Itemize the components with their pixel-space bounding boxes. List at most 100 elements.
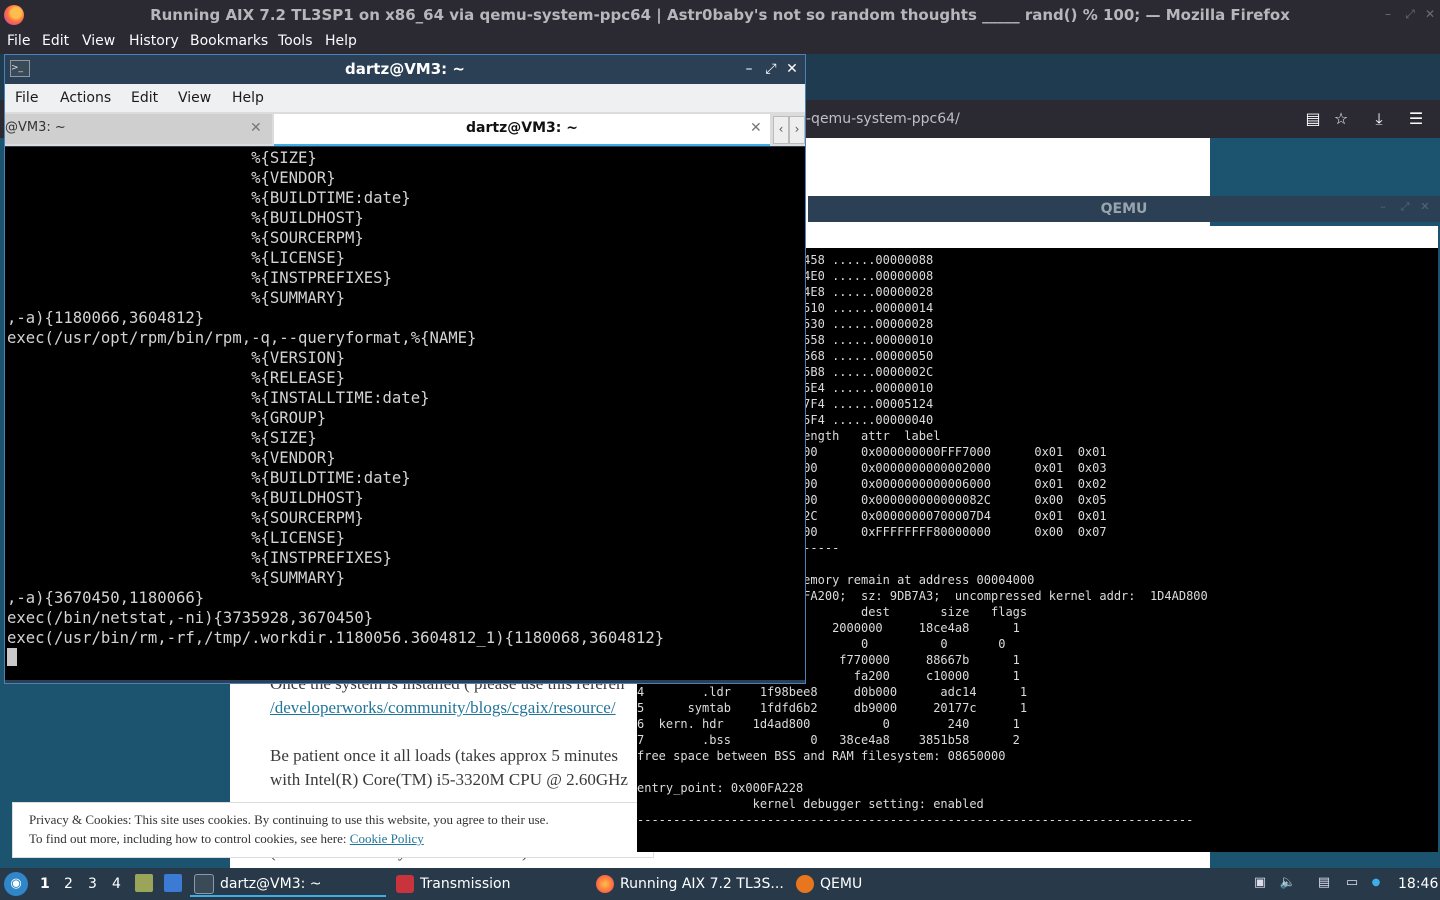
terminal-line: exec(/usr/bin/rm,-rf,/tmp/.workdir.11800… xyxy=(7,629,665,647)
terminal-line: %{BUILDTIME:date} xyxy=(7,469,411,487)
close-icon[interactable]: ✕ xyxy=(1422,6,1438,22)
terminal-title: dartz@VM3: ~ xyxy=(345,60,465,78)
start-menu-icon[interactable]: ◉ xyxy=(4,872,28,896)
terminal-tab-1[interactable]: @VM3: ~ xyxy=(5,114,272,144)
workspace-3[interactable]: 3 xyxy=(88,876,97,892)
terminal-cursor xyxy=(7,648,17,666)
terminal-line: exec(/usr/opt/rpm/bin/rpm,-q,--queryform… xyxy=(7,329,477,347)
terminal-line: %{VENDOR} xyxy=(7,449,336,467)
network-icon[interactable]: ▭ xyxy=(1343,874,1361,892)
hamburger-menu-icon[interactable]: ☰ xyxy=(1405,108,1427,130)
volume-icon[interactable]: 🔈 xyxy=(1279,874,1297,892)
console-line: entry_point: 0x000FA228 xyxy=(637,781,804,795)
clipboard-icon[interactable]: ▣ xyxy=(1251,874,1269,892)
url-bar[interactable]: -qemu-system-ppc64/ xyxy=(806,104,1286,134)
terminal-line: %{LICENSE} xyxy=(7,529,345,547)
task-qemu[interactable]: QEMU xyxy=(796,870,862,898)
terminal-close-icon[interactable]: ✕ xyxy=(783,60,801,78)
terminal-line: ,-a){1180066,3604812} xyxy=(7,309,205,327)
clock: 18:46 xyxy=(1398,876,1439,892)
terminal-line: exec(/bin/netstat,-ni){3735928,3670450} xyxy=(7,609,374,627)
bookmark-star-icon[interactable]: ☆ xyxy=(1330,108,1352,130)
menu-view[interactable]: View xyxy=(82,32,115,50)
terminal-menu-edit[interactable]: Edit xyxy=(131,89,158,107)
show-desktop-icon[interactable] xyxy=(164,874,182,892)
workspace-1[interactable]: 1 xyxy=(40,876,50,892)
terminal-minimize-icon[interactable]: – xyxy=(740,60,758,78)
task-firefox[interactable]: Running AIX 7.2 TL3S... xyxy=(596,870,784,898)
terminal-menu-actions[interactable]: Actions xyxy=(60,89,111,107)
firefox-icon xyxy=(596,875,614,893)
workspace-2[interactable]: 2 xyxy=(64,876,73,892)
console-line: kernel debugger setting: enabled xyxy=(637,797,984,811)
terminal-line: ,-a){3670450,1180066} xyxy=(7,589,205,607)
cookie-banner: Privacy & Cookies: This site uses cookie… xyxy=(12,802,654,858)
task-label: Running AIX 7.2 TL3S... xyxy=(620,876,784,892)
firefox-window-title: Running AIX 7.2 TL3SP1 on x86_64 via qem… xyxy=(0,0,1440,30)
terminal-line: %{SOURCERPM} xyxy=(7,509,364,527)
workspace-4[interactable]: 4 xyxy=(112,876,121,892)
terminal-line: %{SIZE} xyxy=(7,429,317,447)
update-icon[interactable]: ● xyxy=(1367,874,1385,892)
maximize-icon[interactable]: ⤢ xyxy=(1402,6,1418,22)
article-link[interactable]: /developerworks/community/blogs/cgaix/re… xyxy=(270,696,640,720)
console-line: ----------------------------------------… xyxy=(637,813,1194,827)
terminal-line: %{VERSION} xyxy=(7,349,345,367)
article-line: with Intel(R) Core(TM) i5-3320M CPU @ 2.… xyxy=(270,770,628,789)
terminal-line: %{LICENSE} xyxy=(7,249,345,267)
minimize-icon[interactable]: – xyxy=(1380,6,1396,22)
notes-icon[interactable]: ▤ xyxy=(1315,874,1333,892)
tab-label: @VM3: ~ xyxy=(5,120,66,135)
download-icon[interactable]: ⤓ xyxy=(1368,108,1390,130)
menu-file[interactable]: File xyxy=(7,32,30,50)
tab-close-icon[interactable]: ✕ xyxy=(250,120,262,136)
article-line: Be patient once it all loads (takes appr… xyxy=(270,746,618,765)
tab-close-icon[interactable]: ✕ xyxy=(750,120,762,136)
menu-bookmarks[interactable]: Bookmarks xyxy=(190,32,268,50)
console-line: free space between BSS and RAM filesyste… xyxy=(637,749,1006,763)
article-line xyxy=(270,720,640,744)
qemu-window-title: QEMU xyxy=(808,196,1440,222)
terminal-icon xyxy=(194,874,214,894)
qemu-menubar xyxy=(808,226,1438,248)
task-transmission[interactable]: Transmission xyxy=(396,870,510,898)
file-manager-icon[interactable] xyxy=(135,874,153,892)
menu-tools[interactable]: Tools xyxy=(278,32,313,50)
task-terminal[interactable]: dartz@VM3: ~ xyxy=(194,870,322,898)
terminal-text: %{SIZE} %{VENDOR} %{BUILDTIME:date} %{BU… xyxy=(7,148,803,648)
terminal-menu-view[interactable]: View xyxy=(178,89,211,107)
terminal-line: %{SIZE} xyxy=(7,149,317,167)
terminal-menu-help[interactable]: Help xyxy=(232,89,264,107)
tab-scroll-left-icon[interactable]: ‹ xyxy=(773,116,789,144)
firefox-logo-icon xyxy=(4,5,24,25)
menu-help[interactable]: Help xyxy=(325,32,357,50)
tab-label: dartz@VM3: ~ xyxy=(466,120,578,136)
terminal-maximize-icon[interactable]: ⤢ xyxy=(762,60,780,78)
terminal-tab-2[interactable]: dartz@VM3: ~ xyxy=(274,114,770,146)
task-label: dartz@VM3: ~ xyxy=(220,876,322,892)
menu-edit[interactable]: Edit xyxy=(42,32,69,50)
console-line: 7 .bss 0 38ce4a8 3851b58 2 xyxy=(637,733,1020,747)
cookie-policy-link[interactable]: Cookie Policy xyxy=(350,831,424,846)
console-line: 4 .ldr 1f98bee8 d0b000 adc14 1 xyxy=(637,685,1028,699)
terminal-menu-file[interactable]: File xyxy=(15,89,38,107)
terminal-line: %{RELEASE} xyxy=(7,369,345,387)
transmission-icon xyxy=(396,875,414,893)
terminal-line: %{BUILDHOST} xyxy=(7,209,364,227)
terminal-line: %{BUILDHOST} xyxy=(7,489,364,507)
terminal-line: %{SUMMARY} xyxy=(7,569,345,587)
terminal-line: %{VENDOR} xyxy=(7,169,336,187)
qemu-maximize-icon[interactable]: ⤢ xyxy=(1398,200,1412,214)
cookie-text: Privacy & Cookies: This site uses cookie… xyxy=(29,812,549,827)
tab-scroll-right-icon[interactable]: › xyxy=(789,116,805,144)
menu-history[interactable]: History xyxy=(129,32,179,50)
terminal-line: %{SOURCERPM} xyxy=(7,229,364,247)
qemu-minimize-icon[interactable]: – xyxy=(1376,200,1390,214)
console-line: 5 symtab 1fdfd6b2 db9000 20177c 1 xyxy=(637,701,1028,715)
qemu-close-icon[interactable]: ✕ xyxy=(1418,200,1432,214)
reader-view-icon[interactable]: ▤ xyxy=(1302,108,1324,130)
active-task-indicator xyxy=(190,895,386,897)
cookie-text-2: To find out more, including how to contr… xyxy=(29,831,424,846)
terminal-line: %{INSTPREFIXES} xyxy=(7,269,392,287)
